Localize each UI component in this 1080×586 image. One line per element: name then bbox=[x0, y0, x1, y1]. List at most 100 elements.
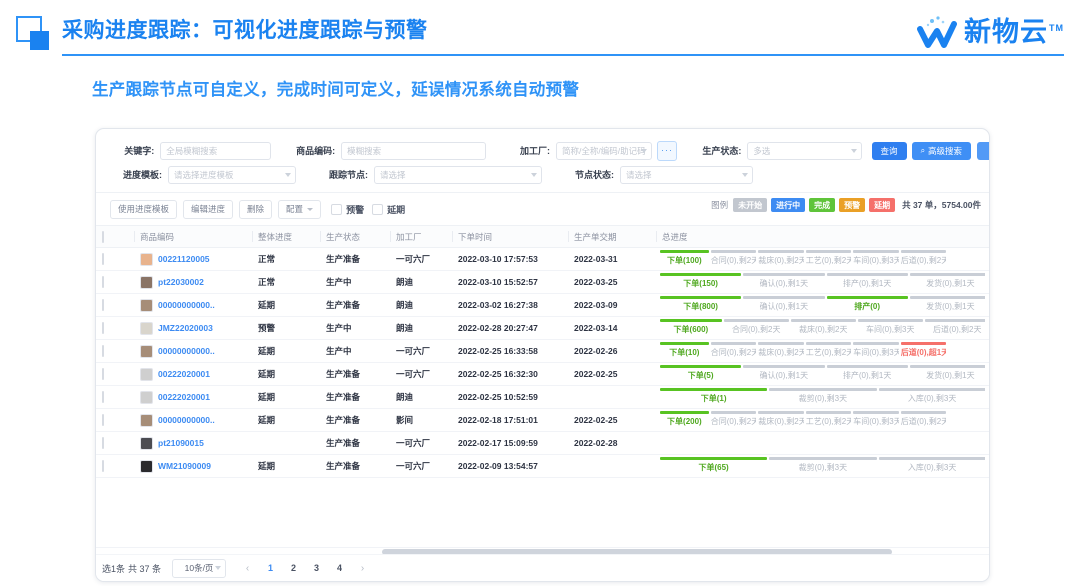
cell-prod-status[interactable]: 生产准备 bbox=[320, 293, 390, 317]
cell-goods-code[interactable]: 00000000000.. bbox=[134, 339, 252, 363]
cell-factory: 朗迪 bbox=[390, 316, 452, 340]
delete-button[interactable]: 删除 bbox=[239, 199, 273, 219]
page-title: 采购进度跟踪：可视化进度跟踪与预警 bbox=[62, 19, 428, 42]
delay-checkbox[interactable] bbox=[372, 203, 384, 215]
row-select-cell[interactable] bbox=[96, 362, 134, 386]
row-checkbox[interactable] bbox=[102, 322, 104, 334]
goods-code-input[interactable]: 模糊搜索 bbox=[341, 141, 486, 160]
cell-goods-code[interactable]: 00222020001 bbox=[134, 385, 252, 409]
cell-prod-status[interactable]: 生产准备 bbox=[320, 454, 390, 478]
page-size-select[interactable]: 10条/页 bbox=[172, 558, 227, 578]
factory-select[interactable]: 简称/全称/编码/助记码 bbox=[556, 141, 652, 160]
row-select-cell[interactable] bbox=[96, 339, 134, 363]
row-checkbox[interactable] bbox=[102, 460, 104, 472]
cell-goods-code[interactable]: 00222020001 bbox=[134, 362, 252, 386]
next-page-button[interactable]: › bbox=[355, 560, 370, 577]
row-select-cell[interactable] bbox=[96, 431, 134, 455]
progress-segment bbox=[710, 342, 757, 345]
cell-prod-status[interactable]: 生产准备 bbox=[320, 247, 390, 271]
table-row[interactable]: 00000000000.. 延期 生产准备 朗迪 2022-03-02 16:27:38… bbox=[96, 293, 989, 317]
cell-prod-status[interactable]: 生产准备 bbox=[320, 362, 390, 386]
progress-labels: 下单(600) 合同(0),剩2天 裁床(0),剩2天 车间(0),剩3天 后道(0),… bbox=[660, 323, 985, 336]
table-row[interactable]: 00000000000.. 延期 生产准备 影间 2022-02-18 17:51:01… bbox=[96, 408, 989, 432]
select-all-checkbox[interactable] bbox=[102, 230, 104, 243]
row-checkbox[interactable] bbox=[102, 345, 104, 357]
cell-goods-code[interactable]: 00000000000.. bbox=[134, 293, 252, 317]
config-dropdown-button[interactable]: 配置 bbox=[278, 199, 322, 219]
cell-goods-code[interactable]: 00221120005 bbox=[134, 247, 252, 271]
cell-prod-status[interactable]: 生产中 bbox=[320, 270, 390, 294]
prod-status-placeholder: 多选 bbox=[753, 145, 771, 156]
progress-segment bbox=[909, 365, 985, 368]
table-row[interactable]: 00221120005 正常 生产准备 一可六厂 2022-03-10 17:57:53… bbox=[96, 247, 989, 271]
template-select[interactable]: 请选择进度模板 bbox=[168, 165, 296, 184]
progress-segment bbox=[660, 411, 709, 414]
goods-code-label: 商品编码: bbox=[296, 146, 336, 156]
table-row[interactable]: 00222020001 延期 生产准备 朗迪 2022-02-25 10:52:59 下单… bbox=[96, 385, 989, 409]
orders-table: 商品编码 整体进度 生产状态 加工厂 下单时间 生产单交期 总进度 002211… bbox=[96, 226, 989, 478]
track-node-select[interactable]: 请选择 bbox=[374, 165, 542, 184]
cell-prod-status[interactable]: 生产准备 bbox=[320, 385, 390, 409]
cell-prod-status[interactable]: 生产中 bbox=[320, 339, 390, 363]
use-template-button[interactable]: 使用进度模板 bbox=[110, 199, 178, 219]
extra-action-button[interactable] bbox=[977, 141, 989, 160]
row-checkbox[interactable] bbox=[102, 276, 104, 288]
row-checkbox[interactable] bbox=[102, 391, 104, 403]
cell-prod-status[interactable]: 生产准备 bbox=[320, 431, 390, 455]
page-button-3[interactable]: 3 bbox=[309, 560, 324, 577]
search-button[interactable]: 查询 bbox=[871, 141, 907, 160]
cell-goods-code[interactable]: WM21090009 bbox=[134, 454, 252, 478]
prod-status-select[interactable]: 多选 bbox=[747, 141, 862, 160]
cell-goods-code[interactable]: 00000000000.. bbox=[134, 408, 252, 432]
table-row[interactable]: JMZ22020003 预警 生产中 朗迪 2022-02-28 20:27:47 202… bbox=[96, 316, 989, 340]
progress-timeline: 下单(800) 确认(0),剩1天 排产(0) 发货(0),剩1天 bbox=[660, 294, 985, 316]
progress-segment bbox=[857, 319, 923, 322]
goods-code-link[interactable]: JMZ22020003 bbox=[158, 323, 213, 333]
table-row[interactable]: pt21090015 生产准备 一可六厂 2022-02-17 15:09:59 202… bbox=[96, 431, 989, 455]
cell-prod-status[interactable]: 生产准备 bbox=[320, 408, 390, 432]
node-status-select[interactable]: 请选择 bbox=[620, 165, 753, 184]
row-select-cell[interactable] bbox=[96, 454, 134, 478]
row-select-cell[interactable] bbox=[96, 247, 134, 271]
factory-more-button[interactable]: ··· bbox=[656, 140, 678, 161]
row-checkbox[interactable] bbox=[102, 414, 104, 426]
row-select-cell[interactable] bbox=[96, 270, 134, 294]
factory-label: 加工厂: bbox=[520, 146, 550, 156]
goods-code-link[interactable]: pt22030002 bbox=[158, 277, 204, 287]
logo-text: 新物云TM bbox=[964, 16, 1064, 47]
goods-code-link[interactable]: 00222020001 bbox=[158, 392, 210, 402]
page-button-1[interactable]: 1 bbox=[263, 560, 278, 577]
cell-due-date bbox=[568, 385, 656, 409]
row-checkbox[interactable] bbox=[102, 253, 104, 265]
row-checkbox[interactable] bbox=[102, 299, 104, 311]
goods-code-link[interactable]: 00221120005 bbox=[158, 254, 210, 264]
goods-code-link[interactable]: 00000000000.. bbox=[158, 300, 215, 310]
row-select-cell[interactable] bbox=[96, 316, 134, 340]
table-row[interactable]: WM21090009 延期 生产准备 一可六厂 2022-02-09 13:54:57 下… bbox=[96, 454, 989, 478]
page-button-4[interactable]: 4 bbox=[332, 560, 347, 577]
page-button-2[interactable]: 2 bbox=[286, 560, 301, 577]
row-select-cell[interactable] bbox=[96, 408, 134, 432]
keyword-input[interactable]: 全局模糊搜索 bbox=[160, 141, 272, 160]
table-row[interactable]: 00000000000.. 延期 生产中 一可六厂 2022-02-25 16:33:5… bbox=[96, 339, 989, 363]
cell-prod-status[interactable]: 生产中 bbox=[320, 316, 390, 340]
cell-goods-code[interactable]: pt22030002 bbox=[134, 270, 252, 294]
row-checkbox[interactable] bbox=[102, 368, 104, 380]
row-select-cell[interactable] bbox=[96, 385, 134, 409]
goods-code-link[interactable]: pt21090015 bbox=[158, 438, 204, 448]
prev-page-button[interactable]: ‹ bbox=[240, 560, 255, 577]
cell-goods-code[interactable]: pt21090015 bbox=[134, 431, 252, 455]
table-row[interactable]: 00222020001 延期 生产准备 一可六厂 2022-02-25 16:32:30… bbox=[96, 362, 989, 386]
progress-segment-label: 裁床(0),剩2天 bbox=[758, 256, 804, 265]
cell-goods-code[interactable]: JMZ22020003 bbox=[134, 316, 252, 340]
row-checkbox[interactable] bbox=[102, 437, 104, 449]
advanced-search-button[interactable]: ⌕ 高级搜索 bbox=[911, 141, 972, 160]
warn-checkbox[interactable] bbox=[331, 203, 343, 215]
goods-code-link[interactable]: WM21090009 bbox=[158, 461, 211, 471]
edit-progress-button[interactable]: 编辑进度 bbox=[183, 199, 234, 219]
goods-code-link[interactable]: 00222020001 bbox=[158, 369, 210, 379]
goods-code-link[interactable]: 00000000000.. bbox=[158, 346, 215, 356]
row-select-cell[interactable] bbox=[96, 293, 134, 317]
goods-code-link[interactable]: 00000000000.. bbox=[158, 415, 215, 425]
table-row[interactable]: pt22030002 正常 生产中 朗迪 2022-03-10 15:52:57 2022… bbox=[96, 270, 989, 294]
